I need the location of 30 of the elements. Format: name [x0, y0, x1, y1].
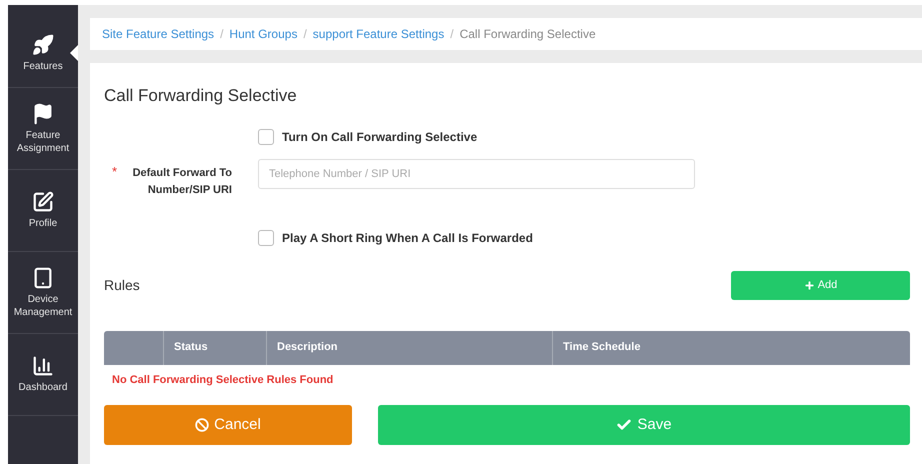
column-header: Status — [174, 340, 208, 356]
field-label: Default Forward To Number/SIP URI — [132, 166, 232, 198]
breadcrumb-link[interactable]: Hunt Groups — [229, 25, 298, 43]
plus-icon — [804, 280, 815, 290]
checkbox-label: Turn On Call Forwarding Selective — [282, 128, 478, 146]
checkbox[interactable] — [258, 128, 274, 144]
breadcrumb-separator: / — [450, 26, 454, 43]
column-header: Description — [277, 340, 338, 356]
checkbox-label: Play A Short Ring When A Call Is Forwarded — [282, 230, 533, 246]
empty-message: No Call Forwarding Selective Rules Found — [111, 372, 334, 388]
save-button[interactable]: Save — [378, 405, 910, 445]
flag-icon — [32, 102, 54, 124]
breadcrumb-current: Call Forwarding Selective — [460, 26, 596, 43]
section-title: Rules — [104, 276, 140, 294]
breadcrumb-separator: / — [303, 26, 307, 43]
checkbox[interactable] — [258, 230, 274, 246]
tablet-icon — [32, 266, 54, 288]
page-title: Call Forwarding Selective — [104, 85, 298, 107]
breadcrumb-link[interactable]: support Feature Settings — [312, 25, 444, 43]
edit-icon — [32, 191, 54, 213]
cancel-button[interactable]: Cancel — [104, 405, 352, 445]
breadcrumb-separator: / — [220, 26, 224, 43]
column-header: Time Schedule — [563, 340, 640, 356]
required-mark: * — [112, 164, 117, 180]
forward-number-field[interactable]: Telephone Number / SIP URI — [258, 158, 695, 188]
breadcrumb-link[interactable]: Site Feature Settings — [102, 25, 214, 43]
add-button[interactable]: Add — [731, 270, 910, 300]
cancel-icon — [195, 418, 210, 432]
bar-chart-icon — [32, 355, 54, 377]
rocket-icon — [32, 34, 54, 56]
